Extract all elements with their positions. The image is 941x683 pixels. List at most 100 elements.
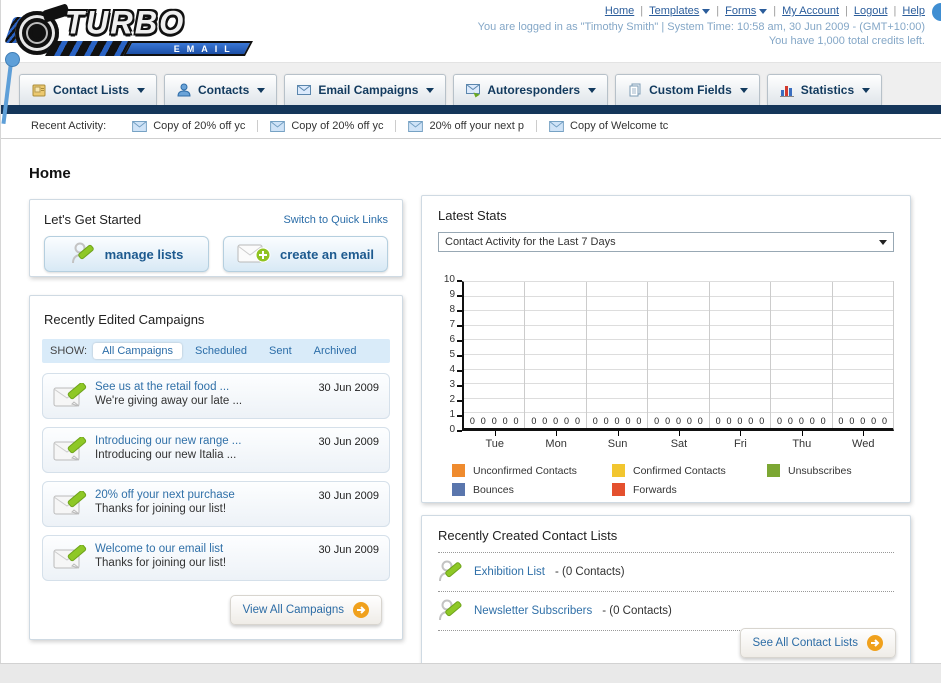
envelope-plus-icon [237, 244, 271, 263]
recent-activity-item[interactable]: Copy of 20% off yc [257, 120, 395, 132]
data-value-label: 0 [838, 416, 844, 426]
my-account-link[interactable]: My Account [782, 5, 839, 17]
x-axis-tick [617, 431, 619, 436]
manage-lists-label: manage lists [104, 246, 184, 262]
campaign-row[interactable]: See us at the retail food ... We're givi… [42, 373, 390, 419]
envelope-pencil-icon [53, 437, 87, 461]
latest-stats-panel: Latest Stats Contact Activity for the La… [421, 195, 911, 503]
campaign-filter-all-campaigns[interactable]: All Campaigns [93, 343, 182, 359]
data-value-label: 0 [603, 416, 609, 426]
campaign-row[interactable]: Introducing our new range ... Introducin… [42, 427, 390, 473]
legend-label: Bounces [473, 483, 514, 496]
contact-list-item[interactable]: Newsletter Subscribers - (0 Contacts) [438, 592, 894, 631]
campaign-filter-archived[interactable]: Archived [305, 343, 366, 359]
help-link[interactable]: Help [902, 5, 925, 17]
tab-contact-lists[interactable]: Contact Lists [19, 74, 158, 105]
footer-strip [0, 663, 941, 683]
data-value-label: 0 [787, 416, 793, 426]
nav-divider-bar [1, 105, 941, 114]
campaign-row[interactable]: 20% off your next purchase Thanks for jo… [42, 481, 390, 527]
campaign-filter-sent[interactable]: Sent [260, 343, 301, 359]
stats-period-select[interactable]: Contact Activity for the Last 7 Days [438, 232, 894, 252]
tab-email-campaigns[interactable]: Email Campaigns [284, 74, 447, 105]
manage-lists-button[interactable]: manage lists [44, 236, 209, 272]
envelope-icon [408, 120, 424, 132]
y-axis-label: 6 [449, 334, 455, 345]
legend-item: Forwards [612, 483, 767, 496]
envelope-icon [549, 120, 564, 132]
header: TURBO EMAIL Home | Templates | Forms | My A… [1, 0, 941, 62]
x-axis-label: Mon [525, 431, 586, 450]
templates-link[interactable]: Templates [649, 5, 711, 17]
switch-quick-links-link[interactable]: Switch to Quick Links [283, 214, 388, 226]
data-value-label: 0 [675, 416, 681, 426]
envelope-pencil-icon [53, 491, 87, 515]
person-pencil-icon [439, 560, 462, 582]
legend-item: Confirmed Contacts [612, 464, 767, 477]
tab-custom-fields[interactable]: Custom Fields [615, 74, 760, 105]
campaign-filter-scheduled[interactable]: Scheduled [186, 343, 256, 359]
forms-link[interactable]: Forms [725, 5, 768, 17]
data-value-label: 0 [542, 416, 548, 426]
filters: All Campaigns Scheduled Sent Archived [93, 343, 365, 359]
chevron-down-icon [739, 87, 748, 93]
tab-statistics[interactable]: Statistics [766, 74, 883, 105]
day-label-text: Sun [607, 438, 628, 450]
x-axis-label: Sat [648, 431, 709, 450]
campaign-row[interactable]: Welcome to our email list Thanks for joi… [42, 535, 390, 581]
y-axis-label: 3 [449, 379, 455, 390]
x-axis-label: Fri [710, 431, 771, 450]
link-separator: | [845, 5, 848, 17]
recent-activity-item[interactable]: 20% off your next p [395, 120, 536, 132]
arrow-right-icon [867, 635, 883, 651]
y-axis-label: 7 [449, 319, 455, 330]
person-pencil-icon [71, 242, 94, 264]
envelope-icon [270, 120, 286, 132]
legend-item: Bounces [452, 483, 612, 496]
x-axis-label: Thu [771, 431, 832, 450]
x-axis-tick [801, 431, 803, 436]
campaign-subtitle: Thanks for joining our list! [95, 503, 227, 515]
link-separator: | [716, 5, 720, 17]
contact-list-name-link[interactable]: Exhibition List [474, 566, 545, 578]
contacts-icon [177, 83, 191, 97]
chart-day-group: 00000 [648, 282, 710, 428]
legend-swatch [767, 464, 780, 477]
create-email-label: create an email [280, 246, 374, 262]
recent-activity-item[interactable]: Copy of Welcome tc [536, 120, 680, 132]
recent-activity-bar: Recent Activity: Copy of 20% off yc Copy… [1, 114, 941, 139]
data-value-label: 0 [636, 416, 642, 426]
x-axis-tick [678, 431, 680, 436]
link-separator: | [773, 5, 777, 17]
activity-item-label: 20% off your next p [429, 120, 525, 132]
create-email-button[interactable]: create an email [223, 236, 388, 272]
campaign-subtitle: We're giving away our late ... [95, 395, 243, 407]
contact-list-item[interactable]: Exhibition List - (0 Contacts) [438, 553, 894, 592]
chevron-down-icon [702, 8, 711, 14]
chart-legend: Unconfirmed Contacts Confirmed Contacts Un… [452, 464, 894, 496]
see-all-contact-lists-button[interactable]: See All Contact Lists [739, 628, 896, 658]
chart-day-group: 00000 [710, 282, 772, 428]
tab-contacts[interactable]: Contacts [164, 74, 278, 105]
data-value-label: 0 [502, 416, 508, 426]
legend-label: Confirmed Contacts [633, 464, 726, 477]
view-all-campaigns-button[interactable]: View All Campaigns [229, 595, 382, 625]
legend-label: Unsubscribes [788, 464, 852, 477]
recent-activity-label: Recent Activity: [31, 120, 107, 132]
help-balloon-icon[interactable] [932, 3, 941, 21]
pin-icon[interactable] [5, 52, 20, 67]
chart-day-group: 00000 [587, 282, 649, 428]
x-axis-tick [494, 431, 496, 436]
logout-link[interactable]: Logout [854, 5, 888, 17]
contact-list-name-link[interactable]: Newsletter Subscribers [474, 605, 592, 617]
home-link[interactable]: Home [605, 5, 634, 17]
legend-swatch [452, 483, 465, 496]
recent-activity-item[interactable]: Copy of 20% off yc [120, 120, 257, 132]
turbo-email-logo[interactable]: TURBO EMAIL [4, 3, 259, 59]
campaign-date: 30 Jun 2009 [318, 490, 379, 502]
chevron-down-icon [862, 87, 871, 93]
tab-autoresponders[interactable]: Autoresponders [453, 74, 609, 105]
legend-swatch [612, 483, 625, 496]
x-axis-label: Tue [464, 431, 525, 450]
custom-fields-icon [629, 83, 641, 97]
